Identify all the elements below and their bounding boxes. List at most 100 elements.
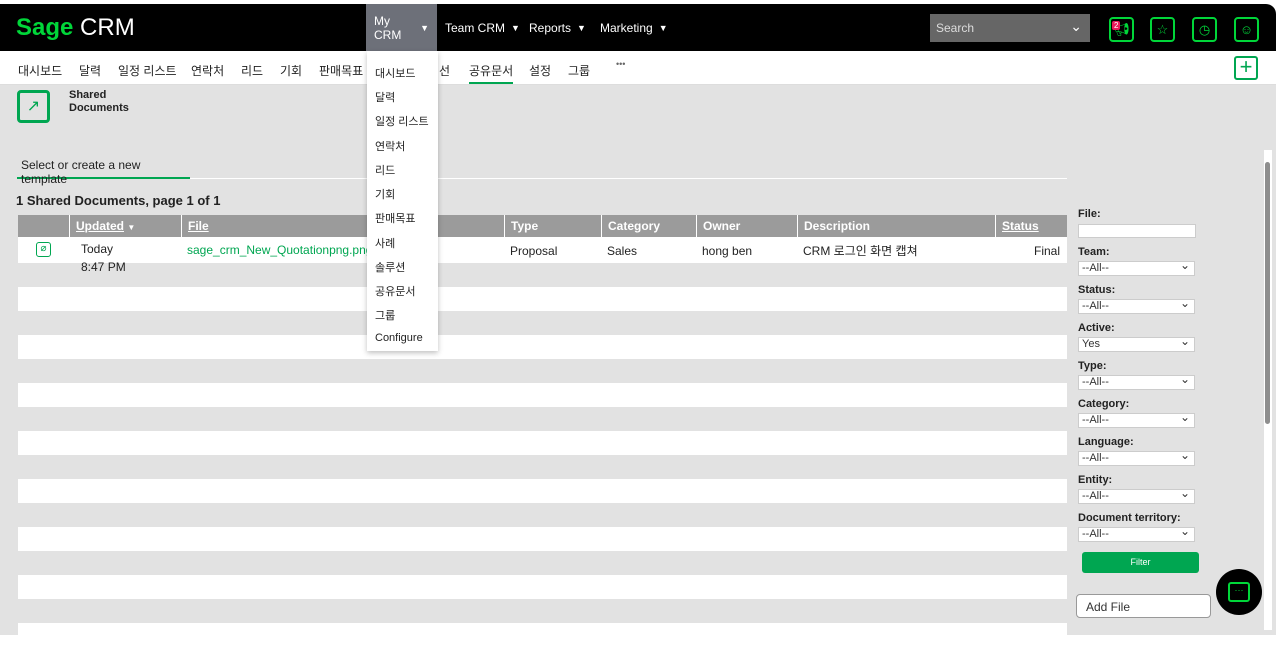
menu-item-sales-targets[interactable]: 판매목표 xyxy=(375,210,415,226)
team-select[interactable]: --All-- xyxy=(1078,258,1195,276)
add-new-button[interactable]: + xyxy=(1234,56,1258,80)
page-title: Shared Documents xyxy=(69,89,129,114)
documents-table: Updated ▼ File Type Category Owner Descr… xyxy=(18,215,1067,647)
filter-panel: File: Team:--All-- Status:--All-- Active… xyxy=(1078,200,1196,542)
language-select[interactable]: --All-- xyxy=(1078,448,1195,466)
tab-select-template[interactable]: Select or create a new template xyxy=(17,153,190,186)
scrollbar[interactable] xyxy=(1264,150,1272,630)
add-file-button[interactable]: Add File xyxy=(1076,594,1211,618)
menu-item-configure[interactable]: Configure xyxy=(375,332,423,344)
col-owner: Owner xyxy=(696,215,797,237)
chat-icon: ··· xyxy=(1228,582,1250,602)
empty-table-row xyxy=(18,407,1067,431)
active-select[interactable]: Yes xyxy=(1078,334,1195,352)
sage-crm-logo[interactable]: Sage CRM xyxy=(16,14,135,42)
col-updated[interactable]: Updated ▼ xyxy=(69,215,181,237)
more-icon[interactable]: ••• xyxy=(616,59,625,69)
table-row[interactable]: ⌀ Today 8:47 PM sage_crm_New_Quotationpng… xyxy=(18,237,1067,273)
nav-team-crm[interactable]: Team CRM ▼ xyxy=(437,4,528,51)
menu-item-groups[interactable]: 그룹 xyxy=(375,307,395,323)
attachment-icon[interactable]: ⌀ xyxy=(18,237,69,263)
menu-item-opportunities[interactable]: 기회 xyxy=(375,186,395,202)
col-file[interactable]: File xyxy=(181,215,504,237)
status-label: Status: xyxy=(1078,284,1116,296)
territory-select[interactable]: --All-- xyxy=(1078,524,1195,542)
nav-reports[interactable]: Reports ▼ xyxy=(521,4,594,51)
favorites-star-icon[interactable]: ☆ xyxy=(1150,17,1175,42)
menu-item-schedule-list[interactable]: 일정 리스트 xyxy=(375,113,429,129)
col-type: Type xyxy=(504,215,601,237)
empty-table-row xyxy=(18,383,1067,407)
file-filter-input[interactable] xyxy=(1078,224,1196,238)
entity-select[interactable]: --All-- xyxy=(1078,486,1195,504)
empty-table-row xyxy=(18,287,1067,311)
menu-item-solutions[interactable]: 솔루션 xyxy=(375,259,405,275)
subnav-schedule-list[interactable]: 일정 리스트 xyxy=(118,62,177,79)
empty-table-row xyxy=(18,263,1067,287)
empty-table-row xyxy=(18,479,1067,503)
subnav-contacts[interactable]: 연락처 xyxy=(191,62,224,79)
recent-clock-icon[interactable]: ◷ xyxy=(1192,17,1217,42)
territory-label: Document territory: xyxy=(1078,512,1181,524)
empty-table-row xyxy=(18,431,1067,455)
empty-table-row xyxy=(18,359,1067,383)
entity-label: Entity: xyxy=(1078,474,1113,486)
subnav-sales-targets[interactable]: 판매목표 xyxy=(319,62,363,79)
cell-type: Proposal xyxy=(510,244,558,258)
type-select[interactable]: --All-- xyxy=(1078,372,1195,390)
status-select[interactable]: --All-- xyxy=(1078,296,1195,314)
col-status[interactable]: Status xyxy=(995,215,1066,237)
subnav-leads[interactable]: 리드 xyxy=(241,62,263,79)
user-profile-icon[interactable]: ☺ xyxy=(1234,17,1259,42)
my-crm-dropdown-menu: 대시보드 달력 일정 리스트 연락처 리드 기회 판매목표 사례 솔루션 공유문… xyxy=(367,51,438,351)
empty-table-row xyxy=(18,455,1067,479)
language-label: Language: xyxy=(1078,436,1134,448)
subnav-dashboard[interactable]: 대시보드 xyxy=(18,62,62,79)
filter-button[interactable]: Filter xyxy=(1082,552,1199,573)
col-description: Description xyxy=(797,215,995,237)
search-input[interactable]: Search ⌄ xyxy=(930,14,1090,42)
results-count: 1 Shared Documents, page 1 of 1 xyxy=(16,193,221,208)
empty-table-row xyxy=(18,503,1067,527)
table-header: Updated ▼ File Type Category Owner Descr… xyxy=(18,215,1067,237)
menu-item-contacts[interactable]: 연락처 xyxy=(375,138,405,154)
cell-status: Final xyxy=(1033,244,1060,258)
chevron-down-icon[interactable]: ⌄ xyxy=(1070,18,1082,35)
col-category: Category xyxy=(601,215,696,237)
sub-navigation: 대시보드 달력 일정 리스트 연락처 리드 기회 판매목표 선 공유문서 설정 … xyxy=(0,51,1276,85)
menu-item-calendar[interactable]: 달력 xyxy=(375,89,395,105)
subnav-settings[interactable]: 설정 xyxy=(529,62,551,79)
shared-documents-icon: ↗ xyxy=(17,90,50,123)
type-label: Type: xyxy=(1078,360,1107,372)
notification-badge: 2 xyxy=(1112,21,1121,30)
menu-item-shared-documents[interactable]: 공유문서 xyxy=(375,283,415,299)
subnav-solutions[interactable]: 선 xyxy=(439,62,450,79)
category-select[interactable]: --All-- xyxy=(1078,410,1195,428)
empty-table-row xyxy=(18,575,1067,599)
cell-owner: hong ben xyxy=(702,244,753,258)
category-label: Category: xyxy=(1078,398,1130,410)
empty-table-row xyxy=(18,623,1067,647)
subnav-groups[interactable]: 그룹 xyxy=(568,62,590,79)
tab-bar: Select or create a new template xyxy=(17,153,1067,186)
cell-category: Sales xyxy=(607,244,638,258)
menu-item-dashboard[interactable]: 대시보드 xyxy=(375,65,415,81)
nav-my-crm[interactable]: My CRM ▼ xyxy=(366,4,437,51)
active-label: Active: xyxy=(1078,322,1115,334)
nav-marketing[interactable]: Marketing ▼ xyxy=(592,4,676,51)
cell-description: CRM 로그인 화면 캡쳐 xyxy=(803,244,918,258)
empty-table-row xyxy=(18,335,1067,359)
subnav-shared-documents[interactable]: 공유문서 xyxy=(469,62,514,84)
chat-button[interactable]: ··· xyxy=(1216,569,1262,615)
empty-table-row xyxy=(18,527,1067,551)
empty-table-row xyxy=(18,551,1067,575)
menu-item-leads[interactable]: 리드 xyxy=(375,162,395,178)
menu-item-cases[interactable]: 사례 xyxy=(375,235,395,251)
col-icon xyxy=(18,215,69,237)
subnav-opportunities[interactable]: 기회 xyxy=(280,62,302,79)
empty-table-row xyxy=(18,311,1067,335)
subnav-calendar[interactable]: 달력 xyxy=(79,62,101,79)
file-label: File: xyxy=(1078,208,1101,220)
megaphone-icon[interactable]: 📢︎ 2 xyxy=(1109,17,1134,42)
cell-file-link[interactable]: sage_crm_New_Quotationpng.png xyxy=(181,237,504,263)
